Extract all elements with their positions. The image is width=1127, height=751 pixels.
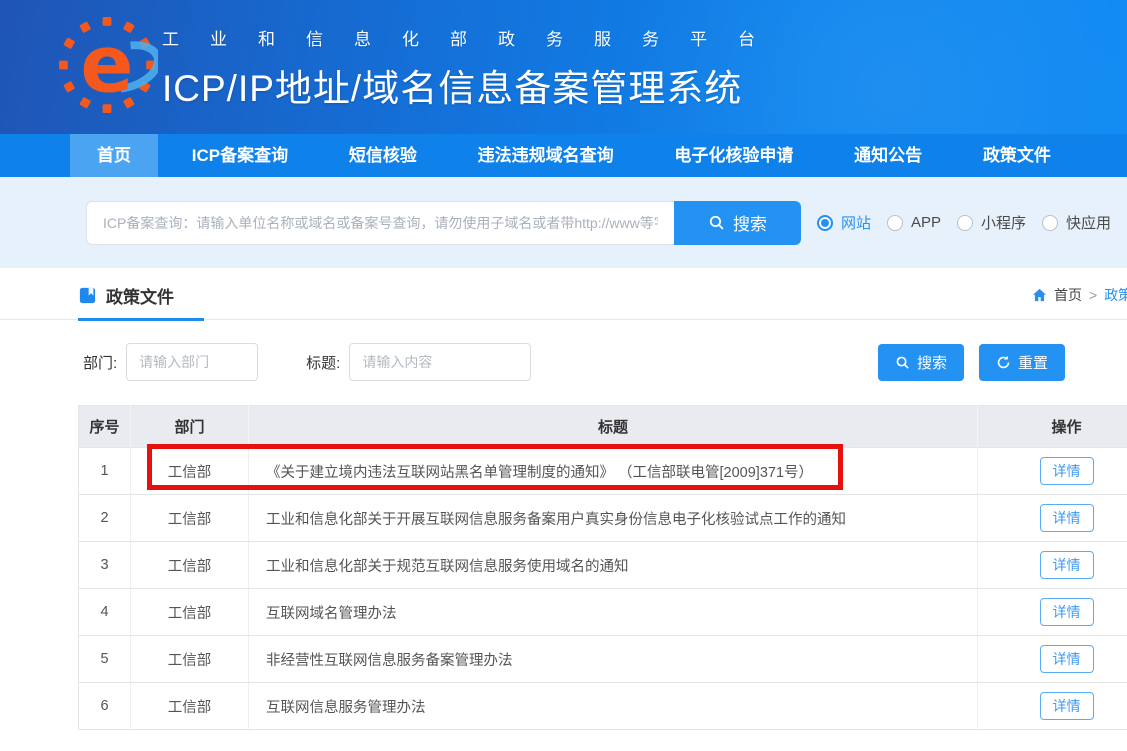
tab-policy-files[interactable]: 政策文件 bbox=[78, 283, 174, 308]
cell-title: 工业和信息化部关于开展互联网信息服务备案用户真实身份信息电子化核验试点工作的通知 bbox=[249, 495, 978, 542]
site-header: e 工业和信息化部政务服务平台 ICP/IP地址/域名信息备案管理系统 bbox=[0, 0, 1127, 134]
col-header-dept: 部门 bbox=[131, 406, 249, 448]
platform-subtitle: 工业和信息化部政务服务平台 bbox=[162, 25, 786, 50]
nav-item-notices[interactable]: 通知公告 bbox=[827, 134, 949, 177]
radio-app[interactable]: APP bbox=[887, 214, 941, 231]
radio-selected-icon bbox=[817, 215, 833, 231]
cell-no: 1 bbox=[79, 448, 131, 495]
filter-search-button[interactable]: 搜索 bbox=[878, 344, 964, 381]
book-icon bbox=[78, 286, 97, 305]
cell-dept: 工信部 bbox=[131, 542, 249, 589]
nav-item-icp-query[interactable]: ICP备案查询 bbox=[165, 134, 315, 177]
icp-search-input[interactable] bbox=[86, 201, 674, 245]
breadcrumb: 首页 > 政策文件 bbox=[1032, 285, 1127, 305]
section-header: 政策文件 首页 > 政策文件 bbox=[0, 268, 1127, 320]
dept-filter-label: 部门: bbox=[83, 352, 117, 373]
search-button-label: 搜索 bbox=[733, 210, 767, 235]
section-title: 政策文件 bbox=[106, 283, 174, 308]
cell-dept: 工信部 bbox=[131, 495, 249, 542]
search-icon bbox=[895, 355, 910, 370]
detail-button[interactable]: 详情 bbox=[1040, 457, 1094, 485]
refresh-icon bbox=[996, 355, 1011, 370]
detail-button[interactable]: 详情 bbox=[1040, 598, 1094, 626]
cell-title: 互联网域名管理办法 bbox=[249, 589, 978, 636]
nav-item-home[interactable]: 首页 bbox=[70, 134, 158, 177]
table-row: 3 工信部 工业和信息化部关于规范互联网信息服务使用域名的通知 详情 bbox=[79, 542, 1127, 589]
breadcrumb-home[interactable]: 首页 bbox=[1054, 285, 1082, 305]
col-header-no: 序号 bbox=[79, 406, 131, 448]
table-row: 4 工信部 互联网域名管理办法 详情 bbox=[79, 589, 1127, 636]
cell-no: 2 bbox=[79, 495, 131, 542]
detail-button[interactable]: 详情 bbox=[1040, 692, 1094, 720]
main-navbar: 首页 ICP备案查询 短信核验 违法违规域名查询 电子化核验申请 通知公告 政策… bbox=[0, 134, 1127, 177]
cell-title: 工业和信息化部关于规范互联网信息服务使用域名的通知 bbox=[249, 542, 978, 589]
cell-title: 非经营性互联网信息服务备案管理办法 bbox=[249, 636, 978, 683]
cell-title: 互联网信息服务管理办法 bbox=[249, 683, 978, 730]
home-icon bbox=[1032, 288, 1047, 302]
cell-no: 6 bbox=[79, 683, 131, 730]
col-header-title: 标题 bbox=[249, 406, 978, 448]
search-icon bbox=[708, 214, 725, 231]
breadcrumb-separator: > bbox=[1089, 287, 1097, 303]
title-filter-label: 标题: bbox=[306, 352, 340, 373]
cell-dept: 工信部 bbox=[131, 589, 249, 636]
radio-quickapp[interactable]: 快应用 bbox=[1042, 212, 1111, 233]
cell-no: 4 bbox=[79, 589, 131, 636]
header-titles: 工业和信息化部政务服务平台 ICP/IP地址/域名信息备案管理系统 bbox=[162, 23, 786, 112]
nav-item-sms-verify[interactable]: 短信核验 bbox=[322, 134, 444, 177]
col-header-action: 操作 bbox=[978, 406, 1127, 448]
radio-unselected-icon bbox=[1042, 215, 1058, 231]
radio-miniprogram[interactable]: 小程序 bbox=[957, 212, 1026, 233]
icp-search-button[interactable]: 搜索 bbox=[674, 201, 801, 245]
detail-button[interactable]: 详情 bbox=[1040, 645, 1094, 673]
cell-dept: 工信部 bbox=[131, 683, 249, 730]
search-type-radio-group: 网站 APP 小程序 快应用 bbox=[817, 212, 1127, 233]
filter-bar: 部门: 标题: 搜索 重置 bbox=[83, 343, 1127, 381]
policy-table: 序号 部门 标题 操作 1 工信部 《关于建立境内违法互联网站黑名单管理制度的通… bbox=[78, 405, 1127, 730]
site-title: ICP/IP地址/域名信息备案管理系统 bbox=[162, 58, 786, 112]
table-row: 2 工信部 工业和信息化部关于开展互联网信息服务备案用户真实身份信息电子化核验试… bbox=[79, 495, 1127, 542]
cell-dept: 工信部 bbox=[131, 448, 249, 495]
radio-unselected-icon bbox=[887, 215, 903, 231]
nav-item-illegal-domain-query[interactable]: 违法违规域名查询 bbox=[451, 134, 641, 177]
miit-gear-e-logo-icon: e bbox=[56, 16, 158, 114]
nav-item-policy-files[interactable]: 政策文件 bbox=[956, 134, 1078, 177]
filter-actions: 搜索 重置 bbox=[878, 344, 1065, 381]
dept-filter-input[interactable] bbox=[126, 343, 258, 381]
svg-text:e: e bbox=[80, 19, 133, 110]
breadcrumb-current: 政策文件 bbox=[1104, 285, 1127, 305]
cell-no: 5 bbox=[79, 636, 131, 683]
table-row: 6 工信部 互联网信息服务管理办法 详情 bbox=[79, 683, 1127, 730]
radio-website[interactable]: 网站 bbox=[817, 212, 871, 233]
detail-button[interactable]: 详情 bbox=[1040, 504, 1094, 532]
tab-active-underline bbox=[78, 318, 204, 321]
table-row: 1 工信部 《关于建立境内违法互联网站黑名单管理制度的通知》 （工信部联电管[2… bbox=[79, 448, 1127, 495]
policy-table-wrap: 序号 部门 标题 操作 1 工信部 《关于建立境内违法互联网站黑名单管理制度的通… bbox=[78, 405, 1127, 730]
title-filter-input[interactable] bbox=[349, 343, 531, 381]
nav-item-electronic-verification[interactable]: 电子化核验申请 bbox=[647, 134, 820, 177]
cell-no: 3 bbox=[79, 542, 131, 589]
detail-button[interactable]: 详情 bbox=[1040, 551, 1094, 579]
cell-title: 《关于建立境内违法互联网站黑名单管理制度的通知》 （工信部联电管[2009]37… bbox=[249, 448, 978, 495]
filter-reset-button[interactable]: 重置 bbox=[979, 344, 1065, 381]
cell-dept: 工信部 bbox=[131, 636, 249, 683]
radio-unselected-icon bbox=[957, 215, 973, 231]
table-row: 5 工信部 非经营性互联网信息服务备案管理办法 详情 bbox=[79, 636, 1127, 683]
icp-search-band: 搜索 网站 APP 小程序 快应用 bbox=[0, 177, 1127, 268]
table-header-row: 序号 部门 标题 操作 bbox=[79, 406, 1127, 448]
